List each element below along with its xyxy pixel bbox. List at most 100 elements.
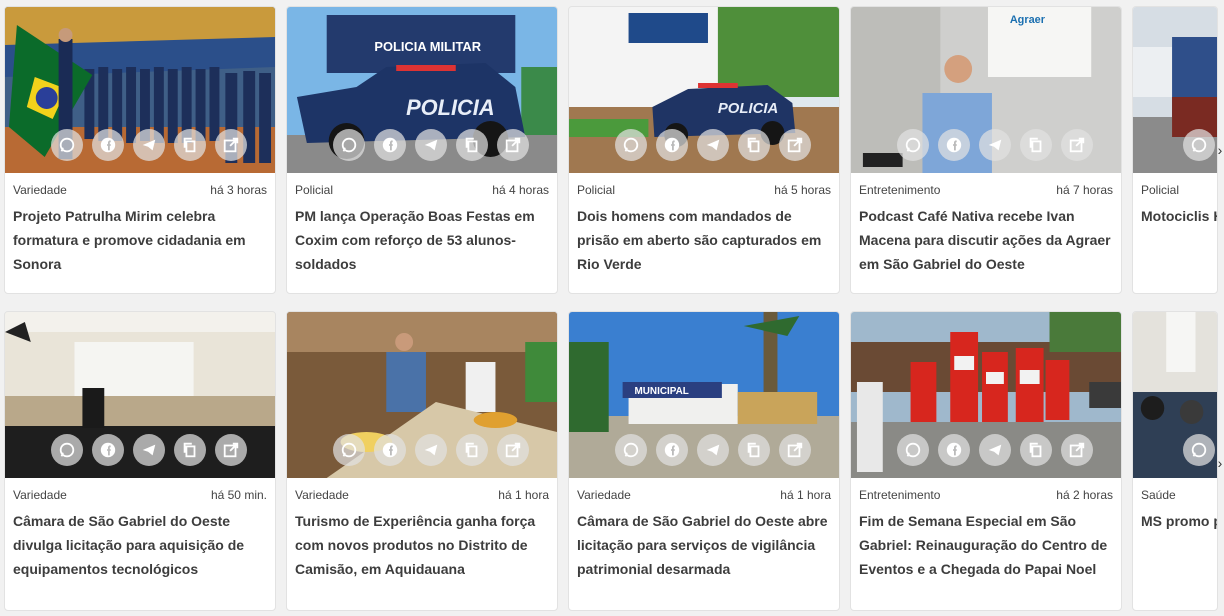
telegram-icon[interactable] [415, 434, 447, 466]
copy-link-icon[interactable] [1020, 129, 1052, 161]
facebook-icon[interactable] [656, 129, 688, 161]
open-external-icon[interactable] [1061, 434, 1093, 466]
telegram-icon[interactable] [979, 434, 1011, 466]
whatsapp-icon[interactable] [615, 434, 647, 466]
copy-link-icon[interactable] [1020, 434, 1052, 466]
news-title[interactable]: MS promo profission de Trabalh [1133, 502, 1217, 533]
news-title[interactable]: Motociclis Hilux em Gabriel do [1133, 197, 1217, 228]
category-label[interactable]: Variedade [577, 488, 631, 502]
time-label: há 1 hora [498, 488, 549, 502]
telegram-icon[interactable] [133, 129, 165, 161]
news-thumbnail[interactable] [5, 312, 275, 478]
news-card[interactable]: POLICIA Policial há 5 horas Dois homens … [568, 6, 840, 294]
whatsapp-icon[interactable] [615, 129, 647, 161]
facebook-icon[interactable] [938, 129, 970, 161]
whatsapp-icon[interactable] [333, 129, 365, 161]
news-thumbnail[interactable]: POLICIA MILITAR POLICIA [287, 7, 557, 173]
news-card[interactable]: Variedade há 50 min. Câmara de São Gabri… [4, 311, 276, 611]
open-external-icon[interactable] [215, 434, 247, 466]
time-label: há 7 horas [1056, 183, 1113, 197]
news-thumbnail[interactable]: POLICIA [569, 7, 839, 173]
news-thumbnail[interactable] [287, 312, 557, 478]
carousel-next-arrow-icon[interactable]: › [1216, 455, 1224, 471]
news-card[interactable]: Saúde MS promo profission de Trabalh [1132, 311, 1218, 611]
time-label: há 3 horas [210, 183, 267, 197]
news-card[interactable]: Policial Motociclis Hilux em Gabriel do [1132, 6, 1218, 294]
carousel-next-arrow-icon[interactable]: › [1216, 142, 1224, 158]
whatsapp-icon[interactable] [897, 129, 929, 161]
open-external-icon[interactable] [779, 129, 811, 161]
open-external-icon[interactable] [497, 129, 529, 161]
category-label[interactable]: Saúde [1141, 488, 1176, 502]
facebook-icon[interactable] [656, 434, 688, 466]
news-meta: Entretenimento há 7 horas [851, 173, 1121, 197]
open-external-icon[interactable] [779, 434, 811, 466]
facebook-icon[interactable] [374, 129, 406, 161]
open-external-icon[interactable] [215, 129, 247, 161]
telegram-icon[interactable] [415, 129, 447, 161]
copy-link-icon[interactable] [456, 129, 488, 161]
facebook-icon[interactable] [92, 434, 124, 466]
open-external-icon[interactable] [497, 434, 529, 466]
svg-text:POLICIA: POLICIA [406, 95, 495, 120]
copy-link-icon[interactable] [738, 434, 770, 466]
category-label[interactable]: Variedade [13, 488, 67, 502]
news-card[interactable]: Entretenimento há 2 horas Fim de Semana … [850, 311, 1122, 611]
whatsapp-icon[interactable] [51, 434, 83, 466]
open-external-icon[interactable] [1061, 129, 1093, 161]
whatsapp-icon[interactable] [897, 434, 929, 466]
copy-link-icon[interactable] [456, 434, 488, 466]
facebook-icon[interactable] [374, 434, 406, 466]
news-card[interactable]: Agraer Entretenimento há 7 horas Podcast… [850, 6, 1122, 294]
time-label: há 1 hora [780, 488, 831, 502]
telegram-icon[interactable] [697, 434, 729, 466]
news-title[interactable]: Turismo de Experiência ganha força com n… [287, 502, 557, 581]
whatsapp-icon[interactable] [1183, 129, 1215, 161]
news-thumbnail[interactable]: MUNICIPAL [569, 312, 839, 478]
category-label[interactable]: Policial [1141, 183, 1179, 197]
category-label[interactable]: Variedade [13, 183, 67, 197]
facebook-icon[interactable] [938, 434, 970, 466]
share-buttons [851, 129, 1121, 161]
news-thumbnail[interactable] [1133, 312, 1217, 478]
copy-link-icon[interactable] [174, 129, 206, 161]
news-thumbnail[interactable]: Agraer [851, 7, 1121, 173]
category-label[interactable]: Policial [577, 183, 615, 197]
news-card[interactable]: Variedade há 1 hora Turismo de Experiênc… [286, 311, 558, 611]
category-label[interactable]: Policial [295, 183, 333, 197]
news-meta: Variedade há 1 hora [287, 478, 557, 502]
whatsapp-icon[interactable] [333, 434, 365, 466]
svg-text:Agraer: Agraer [1010, 14, 1046, 26]
news-meta: Saúde [1133, 478, 1217, 502]
news-thumbnail[interactable] [851, 312, 1121, 478]
news-meta: Entretenimento há 2 horas [851, 478, 1121, 502]
news-thumbnail[interactable] [1133, 7, 1217, 173]
news-title[interactable]: Câmara de São Gabriel do Oeste abre lici… [569, 502, 839, 581]
news-row-1: Variedade há 3 horas Projeto Patrulha Mi… [4, 6, 1218, 294]
news-title[interactable]: PM lança Operação Boas Festas em Coxim c… [287, 197, 557, 276]
facebook-icon[interactable] [92, 129, 124, 161]
news-thumbnail[interactable] [5, 7, 275, 173]
telegram-icon[interactable] [697, 129, 729, 161]
news-card[interactable]: MUNICIPAL Variedade há 1 hora Câmara de … [568, 311, 840, 611]
telegram-icon[interactable] [979, 129, 1011, 161]
copy-link-icon[interactable] [738, 129, 770, 161]
copy-link-icon[interactable] [174, 434, 206, 466]
news-card[interactable]: POLICIA MILITAR POLICIA Policial há 4 ho… [286, 6, 558, 294]
whatsapp-icon[interactable] [1183, 434, 1215, 466]
news-title[interactable]: Podcast Café Nativa recebe Ivan Macena p… [851, 197, 1121, 276]
news-title[interactable]: Projeto Patrulha Mirim celebra formatura… [5, 197, 275, 276]
news-title[interactable]: Câmara de São Gabriel do Oeste divulga l… [5, 502, 275, 581]
category-label[interactable]: Variedade [295, 488, 349, 502]
news-meta: Policial [1133, 173, 1217, 197]
share-buttons [5, 129, 275, 161]
news-title[interactable]: Dois homens com mandados de prisão em ab… [569, 197, 839, 276]
category-label[interactable]: Entretenimento [859, 488, 940, 502]
category-label[interactable]: Entretenimento [859, 183, 940, 197]
news-title[interactable]: Fim de Semana Especial em São Gabriel: R… [851, 502, 1121, 581]
time-label: há 2 horas [1056, 488, 1113, 502]
telegram-icon[interactable] [133, 434, 165, 466]
whatsapp-icon[interactable] [51, 129, 83, 161]
news-card[interactable]: Variedade há 3 horas Projeto Patrulha Mi… [4, 6, 276, 294]
share-buttons [569, 129, 839, 161]
